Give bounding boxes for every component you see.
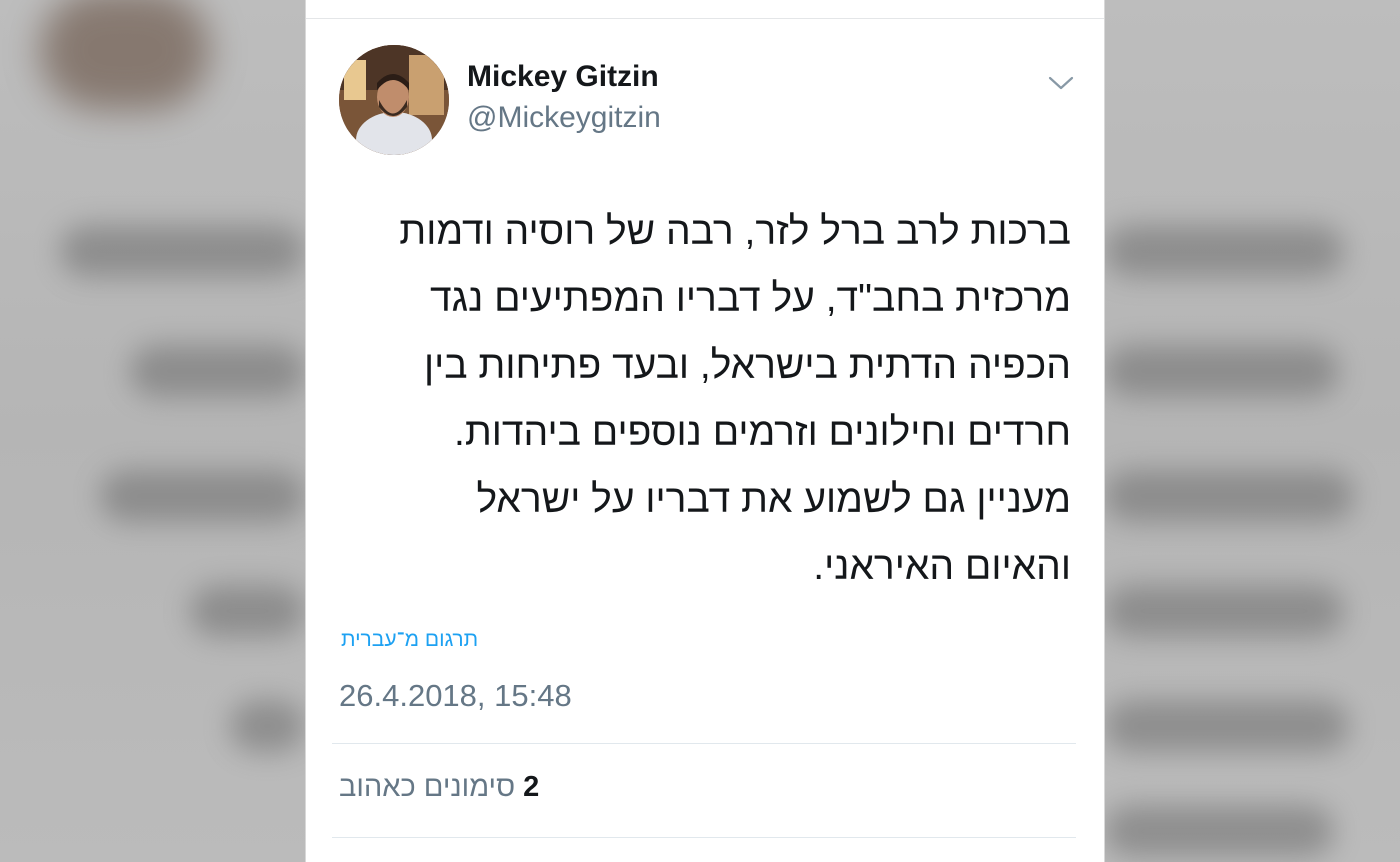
blurred-text-line (1104, 225, 1344, 277)
profile-photo-icon (339, 45, 449, 155)
tweet-text: ברכות לרב ברל לזר, רבה של רוסיה ודמות מר… (399, 210, 1071, 588)
author-display-name[interactable]: Mickey Gitzin (467, 60, 659, 94)
blurred-background-right (1104, 0, 1400, 862)
blurred-text-line (1104, 585, 1344, 637)
likes-count[interactable]: 2סימונים כאהוב (339, 771, 539, 804)
divider (332, 837, 1076, 838)
chevron-down-icon[interactable] (1046, 68, 1076, 98)
blurred-text-line (130, 345, 305, 397)
blurred-avatar (40, 0, 210, 110)
likes-number: 2 (523, 771, 540, 803)
likes-label: סימונים כאהוב (339, 771, 516, 803)
translate-tweet-link[interactable]: תרגום מ־עברית (341, 628, 478, 652)
avatar[interactable] (339, 45, 449, 155)
blurred-text-line (60, 225, 305, 277)
author-handle[interactable]: @Mickeygitzin (467, 101, 661, 135)
blurred-text-line (1104, 700, 1349, 752)
tweet-card: Mickey Gitzin @Mickeygitzin ברכות לרב בר… (305, 0, 1105, 862)
divider (332, 743, 1076, 744)
divider (306, 18, 1104, 19)
blurred-text-line (1104, 345, 1339, 397)
blurred-text-line (190, 585, 305, 637)
blurred-text-line (1104, 805, 1334, 857)
blurred-text-line (1104, 470, 1354, 522)
blurred-text-line (230, 700, 305, 752)
blurred-text-line (100, 470, 305, 522)
blurred-background-left (0, 0, 305, 862)
tweet-timestamp[interactable]: 26.4.2018, 15:48 (339, 678, 572, 714)
